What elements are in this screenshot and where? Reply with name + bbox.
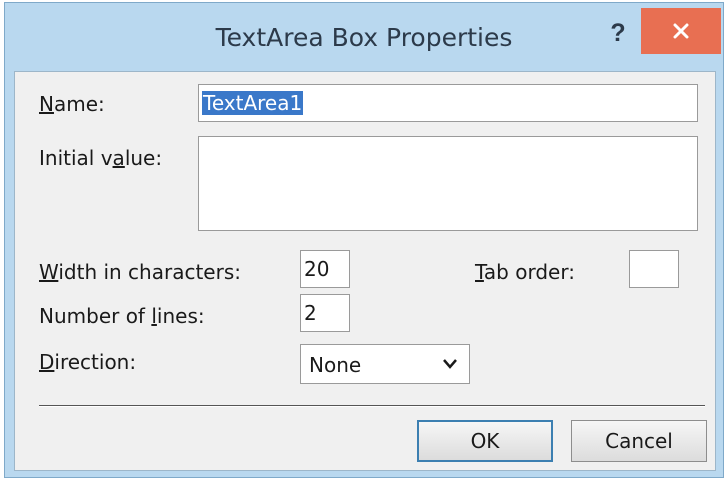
divider [39,405,705,407]
initial-value-label: Initial value: [39,146,163,170]
initial-value-textarea[interactable] [198,136,698,231]
tab-order-label: Tab order: [475,260,575,284]
direction-select-value: None [309,353,362,377]
cancel-button[interactable]: Cancel [571,420,707,462]
help-button[interactable]: ? [605,17,631,49]
tab-order-input[interactable] [629,250,679,288]
direction-label: Direction: [39,350,137,374]
direction-select[interactable]: None [300,344,470,384]
lines-input[interactable]: 2 [300,294,350,332]
dialog-window: TextArea Box Properties ? Name: TextArea… [4,2,724,478]
ok-button[interactable]: OK [417,420,553,462]
name-input[interactable]: TextArea1 [198,84,698,122]
name-input-value: TextArea1 [202,91,304,115]
title-bar[interactable]: TextArea Box Properties ? [5,3,723,71]
lines-label: Number of lines: [39,304,205,328]
close-button[interactable] [641,8,721,54]
close-icon [673,23,689,39]
chevron-down-icon [443,359,457,369]
width-input[interactable]: 20 [300,250,350,288]
width-label: Width in characters: [39,260,241,284]
dialog-body: Name: TextArea1 Initial value: Width in … [14,71,716,471]
name-label: Name: [39,92,105,116]
